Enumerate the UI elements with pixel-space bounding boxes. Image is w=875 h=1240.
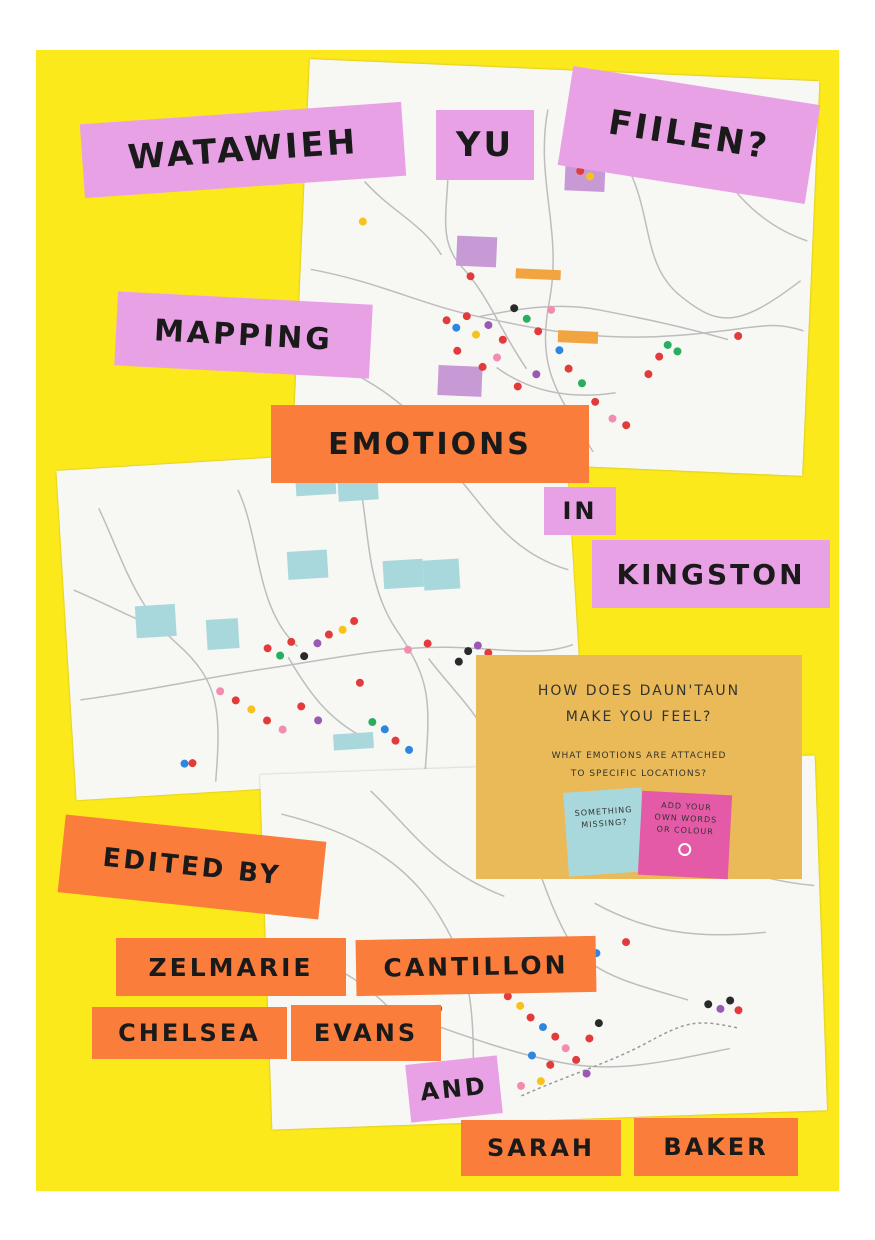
card-question-line-2: MAKE YOU FEEL? bbox=[565, 709, 713, 725]
question-card: HOW DOES DAUN'TAUN MAKE YOU FEEL? WHAT E… bbox=[476, 655, 802, 880]
subtitle-word-3: IN bbox=[544, 487, 616, 535]
editor-3-first-name: SARAH bbox=[461, 1120, 621, 1176]
and-label: AND bbox=[405, 1055, 503, 1123]
card-question-line-1: HOW DOES DAUN'TAUN bbox=[537, 683, 741, 699]
subtitle-word-4: KINGSTON bbox=[592, 540, 830, 608]
blue-sticky-note: SOMETHING MISSING? bbox=[563, 787, 647, 877]
subtitle-word-1: MAPPING bbox=[114, 291, 373, 379]
card-subquestion-line-1: WHAT EMOTIONS ARE ATTACHED bbox=[551, 751, 727, 761]
editor-3-last-name: BAKER bbox=[634, 1118, 798, 1176]
subtitle-word-2: EMOTIONS bbox=[271, 405, 589, 483]
card-subquestion-line-2: TO SPECIFIC LOCATIONS? bbox=[570, 769, 708, 779]
editor-2-first-name: CHELSEA bbox=[92, 1007, 287, 1059]
book-cover: WATAWIEH YU FIILEN? MAPPING EMOTIONS IN … bbox=[36, 50, 839, 1191]
editor-2-last-name: EVANS bbox=[291, 1005, 441, 1061]
sticker-dot-icon bbox=[677, 842, 692, 857]
editor-1-first-name: ZELMARIE bbox=[116, 938, 346, 996]
pink-sticky-note: ADD YOUR OWN WORDS OR COLOUR bbox=[637, 790, 733, 880]
title-word-2: YU bbox=[436, 110, 534, 180]
editor-1-last-name: CANTILLON bbox=[355, 935, 597, 997]
